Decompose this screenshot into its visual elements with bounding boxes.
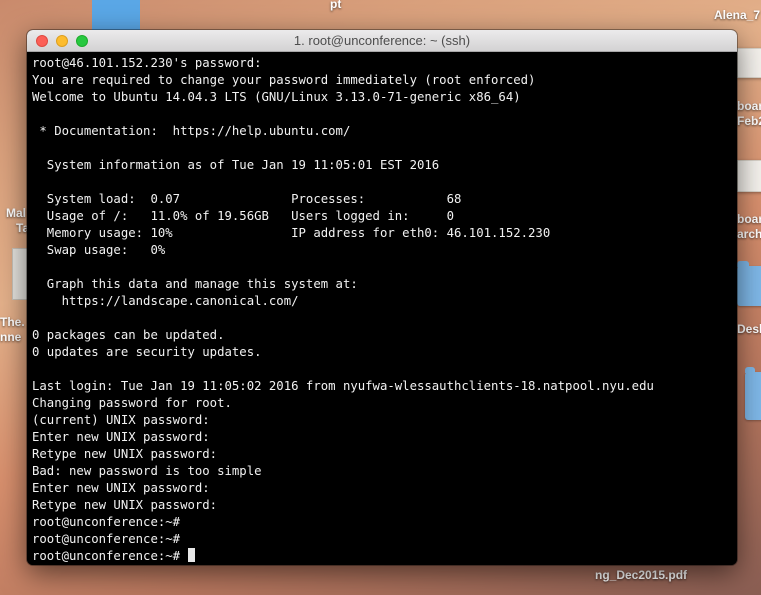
terminal-line: Retype new UNIX password:	[32, 498, 218, 512]
desktop-label-mal[interactable]: Mal	[6, 206, 26, 220]
terminal-line: root@unconference:~#	[32, 515, 181, 529]
terminal-line: Usage of /: 11.0% of 19.56GB Users logge…	[32, 209, 454, 223]
terminal-line: Bad: new password is too simple	[32, 464, 262, 478]
desktop-label-the[interactable]: The.	[0, 315, 25, 329]
terminal-line: Retype new UNIX password:	[32, 447, 218, 461]
desktop-label-feb2[interactable]: Feb2	[737, 114, 761, 128]
desktop-label-top: pt	[330, 0, 342, 11]
terminal-cursor	[188, 548, 196, 562]
terminal-line: 0 packages can be updated.	[32, 328, 225, 342]
terminal-line: Welcome to Ubuntu 14.04.3 LTS (GNU/Linux…	[32, 90, 521, 104]
desktop-folder-icon[interactable]	[737, 261, 761, 306]
desktop-label-nne[interactable]: nne	[0, 330, 21, 344]
desktop-label-archi[interactable]: archi	[737, 227, 761, 241]
terminal-line: root@46.101.152.230's password:	[32, 56, 262, 70]
terminal-line: Changing password for root.	[32, 396, 232, 410]
terminal-line: Memory usage: 10% IP address for eth0: 4…	[32, 226, 551, 240]
terminal-line: 0 updates are security updates.	[32, 345, 262, 359]
terminal-line: Graph this data and manage this system a…	[32, 277, 358, 291]
terminal-line: root@unconference:~#	[32, 532, 181, 546]
terminal-window[interactable]: 1. root@unconference: ~ (ssh) root@46.10…	[27, 30, 737, 565]
desktop-label-board-2[interactable]: board	[737, 212, 761, 226]
terminal-line: Last login: Tue Jan 19 11:05:02 2016 fro…	[32, 379, 654, 393]
terminal-line: * Documentation: https://help.ubuntu.com…	[32, 124, 351, 138]
desktop-thumbnail-2[interactable]	[737, 160, 761, 192]
terminal-line: System information as of Tue Jan 19 11:0…	[32, 158, 440, 172]
terminal-output[interactable]: root@46.101.152.230's password: You are r…	[27, 52, 737, 565]
terminal-line: You are required to change your password…	[32, 73, 536, 87]
desktop-folder-top[interactable]	[92, 0, 140, 30]
desktop-label-desk[interactable]: Desk	[737, 322, 761, 336]
terminal-line: https://landscape.canonical.com/	[32, 294, 299, 308]
desktop-thumbnail-1[interactable]	[737, 48, 761, 78]
desktop-folder-icon-2[interactable]	[745, 367, 761, 420]
desktop-label-alena[interactable]: Alena_7	[714, 8, 760, 22]
terminal-line: Swap usage: 0%	[32, 243, 166, 257]
terminal-line: root@unconference:~#	[32, 548, 737, 565]
window-titlebar[interactable]: 1. root@unconference: ~ (ssh)	[27, 30, 737, 52]
terminal-line: Enter new UNIX password:	[32, 481, 210, 495]
desktop-file-icon-left[interactable]	[12, 248, 28, 300]
terminal-line: System load: 0.07 Processes: 68	[32, 192, 462, 206]
window-title: 1. root@unconference: ~ (ssh)	[293, 33, 471, 48]
terminal-line: (current) UNIX password:	[32, 413, 210, 427]
terminal-line: Enter new UNIX password:	[32, 430, 210, 444]
desktop-label-pdf[interactable]: ng_Dec2015.pdf	[595, 568, 687, 582]
desktop-label-board-1[interactable]: board	[737, 99, 761, 113]
